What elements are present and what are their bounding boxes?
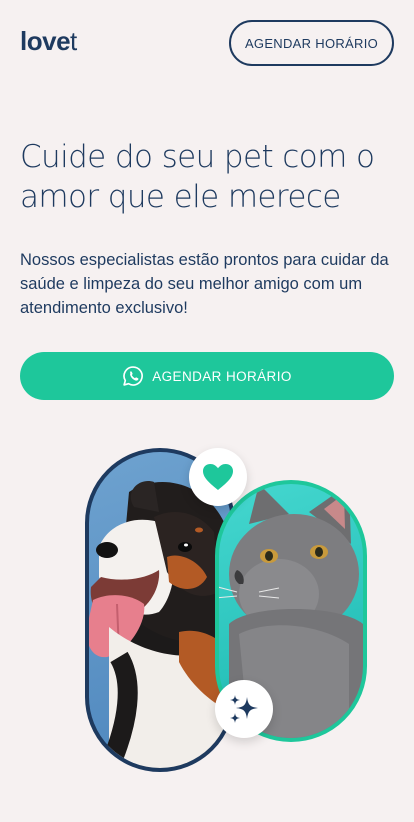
heart-badge xyxy=(189,448,247,506)
heart-icon xyxy=(202,463,234,491)
header-schedule-button[interactable]: AGENDAR HORÁRIO xyxy=(229,20,394,66)
site-header: lovet AGENDAR HORÁRIO xyxy=(0,0,414,84)
logo[interactable]: lovet xyxy=(20,26,77,57)
whatsapp-icon xyxy=(122,365,144,387)
sparkle-badge xyxy=(215,680,273,738)
hero-description: Nossos especialistas estão prontos para … xyxy=(20,251,389,317)
whatsapp-schedule-button[interactable]: AGENDAR HORÁRIO xyxy=(20,352,394,400)
pets-illustration xyxy=(60,440,380,780)
hero-title: Cuide do seu pet com o amor que ele mere… xyxy=(20,139,375,215)
whatsapp-schedule-label: AGENDAR HORÁRIO xyxy=(152,368,292,384)
sparkle-icon xyxy=(228,693,260,725)
